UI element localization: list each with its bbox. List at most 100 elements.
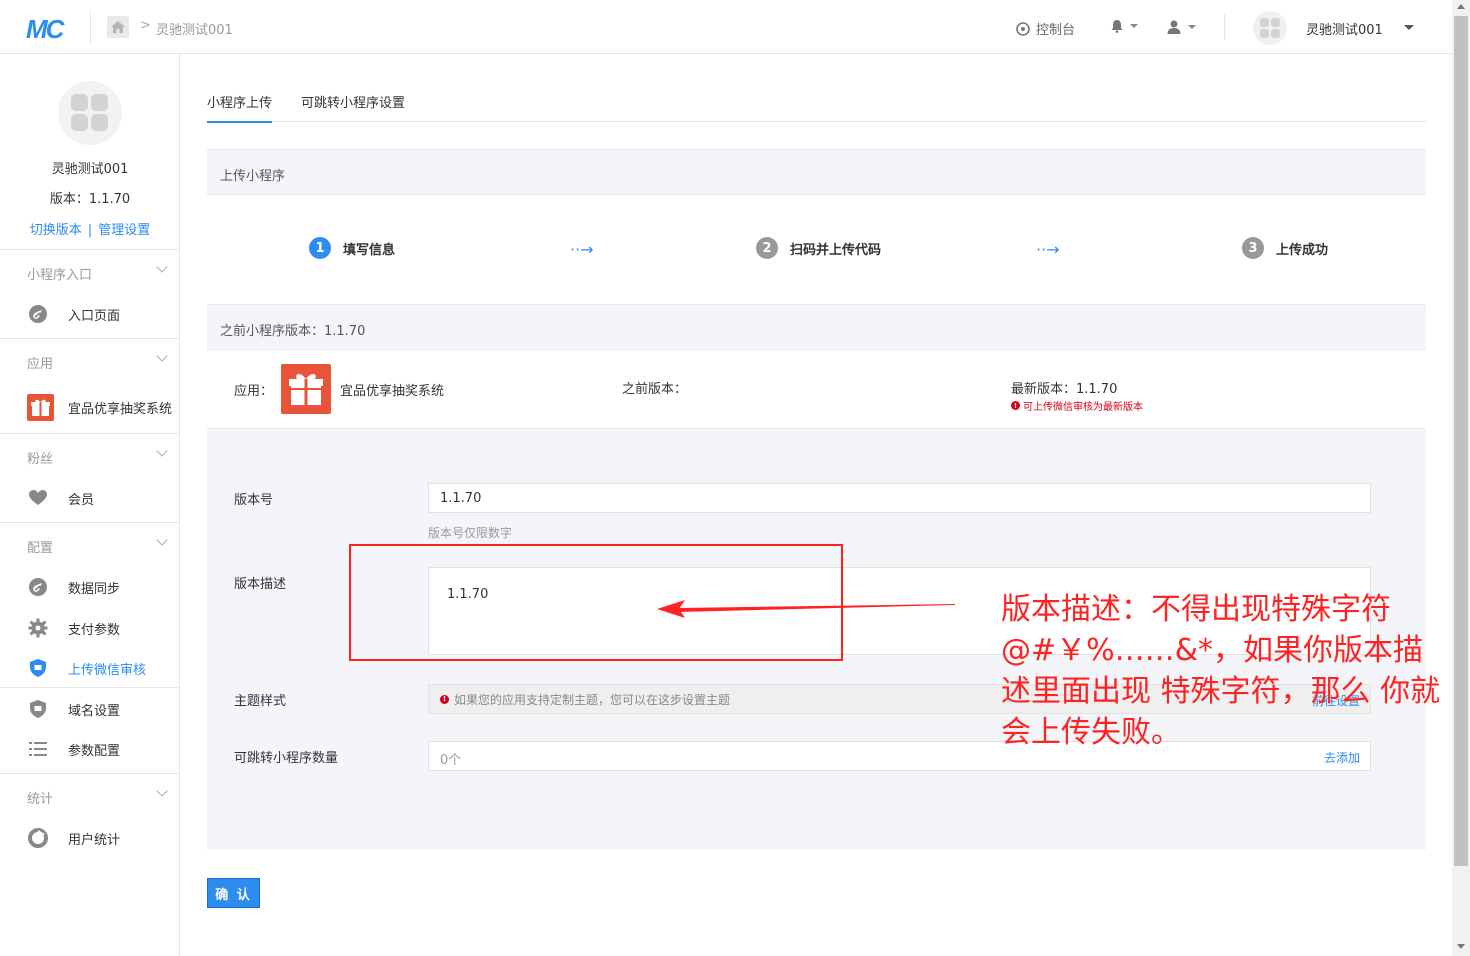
shield-icon [30, 700, 46, 718]
list-icon [29, 742, 47, 756]
sidebar-item-label: 域名设置 [68, 704, 121, 719]
home-icon[interactable] [107, 16, 129, 38]
divider [90, 10, 91, 44]
manage-settings-link[interactable]: 管理设置 [98, 223, 150, 238]
step-number: 1 [309, 237, 331, 259]
tab-bar: 小程序上传 可跳转小程序设置 [207, 84, 1426, 123]
app-version: 版本：1.1.70 [49, 192, 131, 207]
jump-count-value: 0个 [440, 753, 462, 768]
sidebar-item-domain[interactable]: 域名设置 [0, 687, 180, 727]
confirm-button[interactable]: 确 认 [207, 878, 260, 908]
sidebar-item-params[interactable]: 参数配置 [0, 728, 180, 768]
sidebar-section-config[interactable]: 配置 [0, 522, 180, 566]
tab-upload[interactable]: 小程序上传 [207, 92, 273, 123]
warning-icon: ! [1011, 401, 1020, 410]
logo[interactable]: MC [26, 14, 64, 45]
section-title: 应用 [27, 357, 54, 372]
sidebar-item-label: 支付参数 [68, 623, 121, 638]
sidebar-item-user-stats[interactable]: 用户统计 [0, 817, 180, 857]
sidebar-item-label: 参数配置 [68, 744, 121, 759]
chevron-down-icon [156, 445, 168, 457]
console-label: 控制台 [1036, 23, 1076, 38]
scrollbar-thumb[interactable] [1454, 16, 1468, 866]
app-info-row: 应用： 宜品优享抽奖系统 之前版本： 最新版本：1.1.70 ! 可上传微信审核… [207, 352, 1426, 428]
chevron-down-icon[interactable] [1404, 25, 1414, 30]
app-links: 切换版本 | 管理设置 [0, 219, 180, 238]
sidebar-section-stats[interactable]: 统计 [0, 773, 180, 817]
section-title: 统计 [27, 792, 54, 807]
description-label: 版本描述 [234, 577, 287, 592]
dashboard-icon [1016, 21, 1030, 36]
shield-icon [30, 659, 46, 677]
tab-jump-settings[interactable]: 可跳转小程序设置 [301, 92, 405, 121]
arrow-right-icon: ··→ [1036, 240, 1060, 259]
section-title: 粉丝 [27, 452, 54, 467]
step-label: 填写信息 [343, 242, 396, 258]
chevron-down-icon [1130, 24, 1138, 28]
sidebar-item-entry-page[interactable]: 入口页面 [0, 293, 180, 333]
account-avatar[interactable] [1253, 11, 1287, 45]
switch-version-link[interactable]: 切换版本 [30, 223, 82, 238]
sidebar-item-payment[interactable]: 支付参数 [0, 607, 180, 647]
warning-icon: ! [440, 694, 449, 704]
heart-icon [29, 490, 47, 505]
gear-icon [28, 618, 48, 638]
scroll-up-arrow-icon[interactable] [1457, 4, 1465, 9]
link-icon [29, 305, 47, 323]
annotation-text: 版本描述：不得出现特殊字符 @#￥%……&*，如果你版本描述里面出现 特殊字符，… [1001, 592, 1441, 750]
prev-version-label: 之前版本： [622, 382, 688, 397]
bell-icon [1111, 20, 1123, 33]
sidebar-item-wechat-review[interactable]: 上传微信审核 [0, 647, 180, 687]
pie-icon [28, 828, 48, 848]
step-label: 扫码并上传代码 [790, 242, 882, 258]
step-number: 3 [1242, 237, 1264, 259]
console-link[interactable]: 控制台 [1016, 19, 1075, 38]
version-hint: 版本号仅限数字 [428, 526, 513, 540]
app-name-value: 宜品优享抽奖系统 [340, 384, 445, 399]
sidebar-section-fans[interactable]: 粉丝 [0, 433, 180, 477]
panel-title: 上传小程序 [220, 169, 286, 184]
top-bar: MC > 灵驰测试001 控制台 灵驰测试001 [0, 0, 1452, 54]
app-avatar [58, 81, 122, 145]
step-1: 1 填写信息 [309, 237, 395, 259]
sidebar-item-label: 用户统计 [68, 833, 121, 848]
chevron-down-icon [156, 785, 168, 797]
app-name: 灵驰测试001 [51, 162, 129, 177]
sidebar-item-lottery-app[interactable]: 宜品优享抽奖系统 [0, 386, 180, 426]
chevron-down-icon [156, 350, 168, 362]
sidebar-item-members[interactable]: 会员 [0, 477, 180, 517]
section-title: 小程序入口 [27, 268, 93, 283]
notifications-button[interactable] [1110, 19, 1138, 33]
sidebar-item-label: 宜品优享抽奖系统 [68, 402, 173, 417]
step-label: 上传成功 [1276, 242, 1329, 258]
annotation-arrow-icon [657, 600, 955, 618]
prev-version-header: 之前小程序版本：1.1.70 [207, 304, 1426, 350]
version-input[interactable]: 1.1.70 [428, 483, 1371, 513]
user-icon [1167, 20, 1181, 34]
breadcrumb-separator: > [140, 18, 151, 33]
chevron-down-icon [1188, 25, 1196, 29]
user-menu-button[interactable] [1166, 19, 1196, 35]
gift-icon [27, 394, 54, 421]
latest-version: 最新版本：1.1.70 [1011, 382, 1118, 397]
sidebar-item-label: 入口页面 [68, 309, 121, 324]
upload-panel-header: 上传小程序 [207, 149, 1426, 195]
scroll-down-arrow-icon[interactable] [1457, 944, 1465, 949]
sidebar: 灵驰测试001 版本：1.1.70 切换版本 | 管理设置 小程序入口 入口页面 应… [0, 54, 180, 956]
divider [1224, 14, 1225, 40]
panel-title: 之前小程序版本：1.1.70 [220, 324, 366, 339]
breadcrumb[interactable]: 灵驰测试001 [156, 19, 233, 38]
sidebar-item-label: 数据同步 [68, 582, 121, 597]
account-name[interactable]: 灵驰测试001 [1306, 19, 1383, 38]
chevron-down-icon [156, 261, 168, 273]
sidebar-item-label: 上传微信审核 [68, 663, 147, 678]
sidebar-item-data-sync[interactable]: 数据同步 [0, 566, 180, 606]
section-title: 配置 [27, 541, 54, 556]
theme-label: 主题样式 [234, 694, 287, 709]
scrollbar[interactable] [1452, 0, 1470, 956]
sidebar-section-apps[interactable]: 应用 [0, 338, 180, 382]
step-2: 2 扫码并上传代码 [756, 237, 881, 259]
step-3: 3 上传成功 [1242, 237, 1328, 259]
arrow-right-icon: ··→ [570, 240, 594, 259]
sidebar-section-entry[interactable]: 小程序入口 [0, 249, 180, 293]
